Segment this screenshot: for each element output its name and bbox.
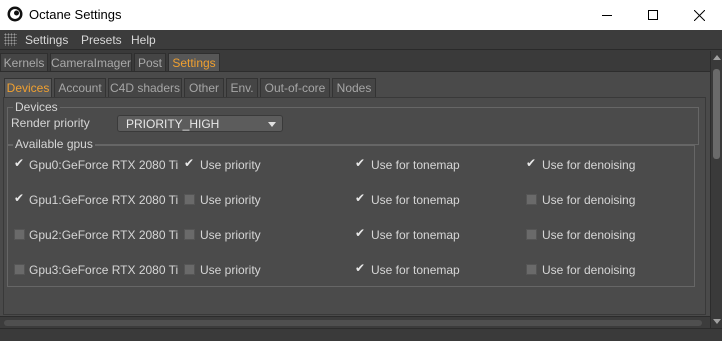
scroll-down-icon[interactable] bbox=[713, 319, 721, 324]
vertical-scroll-thumb[interactable] bbox=[713, 69, 720, 159]
horizontal-scrollbar[interactable] bbox=[0, 316, 710, 328]
gpu-name-label: Gpu0:GeForce RTX 2080 Ti bbox=[29, 158, 179, 172]
render-priority-label: Render priority bbox=[11, 116, 90, 130]
use-tonemap-checkbox[interactable] bbox=[355, 226, 366, 240]
subtab-env[interactable]: Env. bbox=[226, 78, 258, 97]
subtab-devices[interactable]: Devices bbox=[4, 78, 52, 97]
use-priority-checkbox[interactable] bbox=[184, 229, 195, 240]
app-icon bbox=[7, 6, 23, 22]
use-priority-label: Use priority bbox=[200, 158, 261, 172]
gpu-name-label: Gpu3:GeForce RTX 2080 Ti bbox=[29, 263, 179, 277]
use-tonemap-checkbox[interactable] bbox=[355, 261, 366, 275]
subtab-account[interactable]: Account bbox=[54, 78, 106, 97]
maximize-icon bbox=[648, 10, 658, 20]
menu-bar: Settings Presets Help bbox=[0, 30, 722, 50]
tab-post[interactable]: Post bbox=[134, 53, 166, 71]
window-title: Octane Settings bbox=[29, 7, 122, 22]
status-bar bbox=[0, 328, 722, 341]
close-button[interactable] bbox=[676, 0, 722, 30]
use-priority-label: Use priority bbox=[200, 263, 261, 277]
use-tonemap-label: Use for tonemap bbox=[371, 193, 460, 207]
gpu-enable-checkbox[interactable] bbox=[14, 229, 25, 240]
devices-group-title: Devices bbox=[13, 100, 60, 114]
use-denoising-checkbox[interactable] bbox=[526, 194, 537, 205]
close-icon bbox=[693, 9, 705, 21]
use-denoising-checkbox[interactable] bbox=[526, 156, 537, 170]
minimize-icon bbox=[602, 14, 612, 16]
available-gpus-title: Available gpus bbox=[13, 137, 95, 151]
subtab-nodes[interactable]: Nodes bbox=[332, 78, 376, 97]
gpu-enable-checkbox[interactable] bbox=[14, 264, 25, 275]
chevron-down-icon bbox=[268, 122, 276, 127]
maximize-button[interactable] bbox=[630, 0, 676, 30]
use-denoising-checkbox[interactable] bbox=[526, 264, 537, 275]
tab-cameraimager[interactable]: CameraImager bbox=[50, 53, 132, 71]
use-denoising-checkbox[interactable] bbox=[526, 229, 537, 240]
use-denoising-label: Use for denoising bbox=[542, 228, 636, 242]
gpu-name-label: Gpu1:GeForce RTX 2080 Ti bbox=[29, 193, 179, 207]
gpu-enable-checkbox[interactable] bbox=[14, 191, 25, 205]
use-denoising-label: Use for denoising bbox=[542, 158, 636, 172]
menu-presets[interactable]: Presets bbox=[81, 33, 122, 47]
use-priority-checkbox[interactable] bbox=[184, 156, 195, 170]
menu-settings[interactable]: Settings bbox=[25, 33, 68, 47]
use-priority-checkbox[interactable] bbox=[184, 194, 195, 205]
use-tonemap-checkbox[interactable] bbox=[355, 191, 366, 205]
subtab-c4d-shaders[interactable]: C4D shaders bbox=[108, 78, 182, 97]
use-denoising-label: Use for denoising bbox=[542, 263, 636, 277]
use-priority-label: Use priority bbox=[200, 193, 261, 207]
tab-settings[interactable]: Settings bbox=[168, 53, 220, 71]
subtab-other[interactable]: Other bbox=[184, 78, 224, 97]
horizontal-scroll-thumb[interactable] bbox=[4, 320, 702, 326]
render-priority-dropdown[interactable]: PRIORITY_HIGH bbox=[117, 115, 283, 132]
use-tonemap-checkbox[interactable] bbox=[355, 156, 366, 170]
use-tonemap-label: Use for tonemap bbox=[371, 263, 460, 277]
render-priority-value: PRIORITY_HIGH bbox=[126, 117, 220, 131]
use-denoising-label: Use for denoising bbox=[542, 193, 636, 207]
tab-kernels[interactable]: Kernels bbox=[0, 53, 48, 71]
title-bar: Octane Settings bbox=[0, 0, 722, 30]
gpu-enable-checkbox[interactable] bbox=[14, 156, 25, 170]
scroll-up-icon[interactable] bbox=[713, 55, 721, 60]
gpu-name-label: Gpu2:GeForce RTX 2080 Ti bbox=[29, 228, 179, 242]
use-priority-checkbox[interactable] bbox=[184, 264, 195, 275]
menu-help[interactable]: Help bbox=[131, 33, 156, 47]
subtab-out-of-core[interactable]: Out-of-core bbox=[260, 78, 330, 97]
minimize-button[interactable] bbox=[584, 0, 630, 30]
use-tonemap-label: Use for tonemap bbox=[371, 228, 460, 242]
devices-group bbox=[7, 107, 699, 145]
grip-handle[interactable] bbox=[4, 33, 17, 46]
use-priority-label: Use priority bbox=[200, 228, 261, 242]
vertical-scrollbar[interactable] bbox=[710, 51, 722, 328]
main-tab-bar: Kernels CameraImager Post Settings bbox=[0, 51, 710, 71]
use-tonemap-label: Use for tonemap bbox=[371, 158, 460, 172]
